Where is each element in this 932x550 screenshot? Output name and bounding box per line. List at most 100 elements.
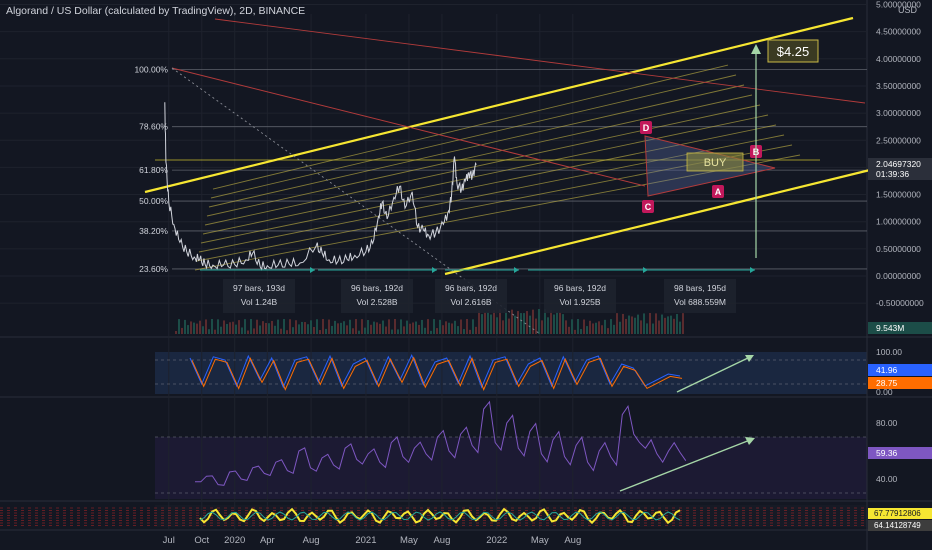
volume-bar (604, 319, 606, 334)
volume-bar (652, 323, 654, 334)
fib-level-label: 100.00% (134, 65, 168, 75)
volume-bar (406, 320, 408, 334)
time-tick-label: May (531, 535, 549, 546)
volume-bar (511, 309, 513, 334)
volume-bar (196, 323, 198, 334)
volume-bar (676, 314, 678, 334)
volume-bar (238, 320, 240, 334)
volume-bar (559, 312, 561, 334)
stochastic-pane-band (155, 352, 867, 394)
volume-bar (319, 330, 321, 334)
volume-bar (571, 319, 573, 334)
volume-bar (475, 326, 477, 334)
volume-bar (355, 319, 357, 334)
volume-bar (280, 328, 282, 334)
volume-bar (289, 319, 291, 334)
volume-bar (310, 320, 312, 334)
volume-bar (175, 331, 177, 334)
volume-bar (589, 320, 591, 334)
volume-bar (367, 320, 369, 334)
range-bars-label: 98 bars, 195d (674, 283, 726, 293)
pattern-point-label: D (643, 123, 650, 133)
volume-bar (463, 329, 465, 334)
range-bars-label: 96 bars, 192d (445, 283, 497, 293)
volume-bar (388, 319, 390, 334)
time-tick-label: Aug (564, 535, 581, 546)
price-tick-label: 1.00000000 (876, 217, 921, 227)
price-tick-label: 4.00000000 (876, 54, 921, 64)
time-tick-label: 2021 (355, 535, 376, 546)
volume-bar (184, 319, 186, 334)
volume-bar (259, 325, 261, 334)
fib-level-label: 78.60% (139, 122, 168, 132)
volume-bar (667, 316, 669, 334)
range-bars-label: 96 bars, 192d (554, 283, 606, 293)
volume-bar (199, 320, 201, 334)
volume-bar (550, 310, 552, 334)
price-tick-label: -0.50000000 (876, 298, 924, 308)
volume-bar (643, 313, 645, 334)
rsi-value-label: 59.36 (876, 448, 898, 458)
time-tick-label: Apr (260, 535, 275, 546)
volume-bar (415, 321, 417, 334)
volume-bar (532, 309, 534, 334)
time-tick-label: May (400, 535, 418, 546)
volume-bar (469, 329, 471, 334)
stochastic-axis-label: 100.00 (876, 347, 902, 357)
volume-bar (229, 322, 231, 334)
price-tick-label: 3.00000000 (876, 108, 921, 118)
stochastic-k-value: 41.96 (876, 365, 898, 375)
volume-bar (586, 326, 588, 334)
volume-bar (268, 323, 270, 334)
volume-bar (220, 326, 222, 334)
target-price-label: $4.25 (777, 44, 810, 59)
volume-bar (391, 329, 393, 334)
volume-bar (574, 329, 576, 334)
volume-bar (364, 327, 366, 334)
volume-bar (208, 329, 210, 334)
time-tick-label: Aug (303, 535, 320, 546)
volume-bar (385, 326, 387, 334)
price-tick-label: 3.50000000 (876, 81, 921, 91)
rsi-pane-band (155, 437, 867, 499)
volume-bar (178, 319, 180, 334)
volume-bar (250, 319, 252, 334)
volume-bar (661, 314, 663, 334)
volume-bar (664, 317, 666, 334)
volume-bar (292, 327, 294, 334)
volume-bar (565, 320, 567, 334)
volume-bar (541, 320, 543, 334)
stochastic-d-value: 28.75 (876, 378, 898, 388)
volume-bar (304, 322, 306, 334)
volume-bar (301, 321, 303, 334)
volume-bar (271, 320, 273, 334)
volume-bar (616, 313, 618, 334)
volume-bar (595, 322, 597, 334)
volume-bar (610, 319, 612, 334)
rsi-axis-label: 80.00 (876, 418, 898, 428)
volume-bar (640, 320, 642, 334)
volume-bar (628, 315, 630, 334)
volume-bar (655, 313, 657, 334)
volume-bar (445, 321, 447, 334)
volume-bar (496, 317, 498, 334)
volume-bar (466, 319, 468, 334)
volume-bar (430, 330, 432, 334)
volume-bar (334, 320, 336, 334)
countdown-label: 01:39:36 (876, 169, 909, 179)
volume-bar (412, 322, 414, 334)
volume-bar (607, 328, 609, 334)
volume-bar (409, 323, 411, 334)
oscillator-value-label: 64.14128749 (874, 521, 921, 530)
volume-bar (331, 325, 333, 334)
volume-bar (361, 319, 363, 334)
volume-bar (253, 328, 255, 334)
fib-level-label: 23.60% (139, 264, 168, 274)
volume-bar (562, 314, 564, 334)
volume-bar (307, 324, 309, 334)
chart-canvas[interactable]: 100.00% 78.60% 61.80% 50.00% 38.20% 23.60% D C… (0, 0, 932, 550)
volume-bar (484, 312, 486, 334)
volume-bar (211, 319, 213, 334)
volume-bar (313, 327, 315, 334)
volume-bar (502, 320, 504, 334)
